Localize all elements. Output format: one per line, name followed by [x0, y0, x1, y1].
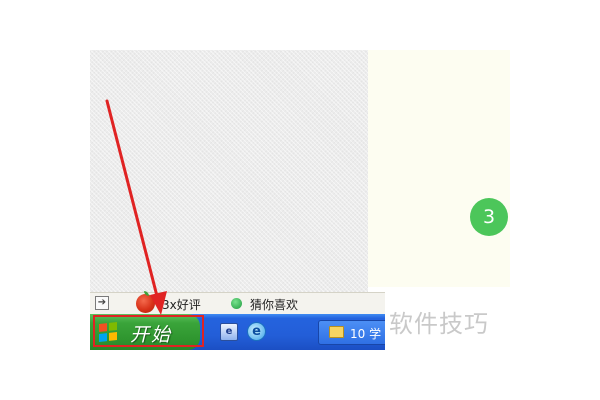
start-highlight-box [93, 315, 204, 347]
quick-bar: ➔ 3x好评 猜你喜欢 [90, 291, 385, 315]
desktop-background [90, 50, 368, 292]
desktop-icon[interactable]: e [220, 323, 238, 341]
step-badge: 3 [470, 198, 508, 236]
apple-icon[interactable] [136, 291, 155, 313]
side-panel [368, 50, 510, 287]
taskbar-item-label: 10 学 [350, 327, 382, 341]
quick-bar-item-recommend[interactable]: 猜你喜欢 [250, 296, 298, 313]
watermark: 软件技巧 [389, 310, 489, 338]
ie-icon[interactable]: e [247, 322, 266, 341]
folder-icon [329, 326, 344, 338]
arrow-out-icon[interactable]: ➔ [95, 296, 109, 310]
taskbar-item-folder[interactable]: 10 学 [318, 320, 385, 345]
green-dot-icon [231, 298, 242, 309]
quick-bar-item-rating[interactable]: 3x好评 [162, 296, 201, 313]
